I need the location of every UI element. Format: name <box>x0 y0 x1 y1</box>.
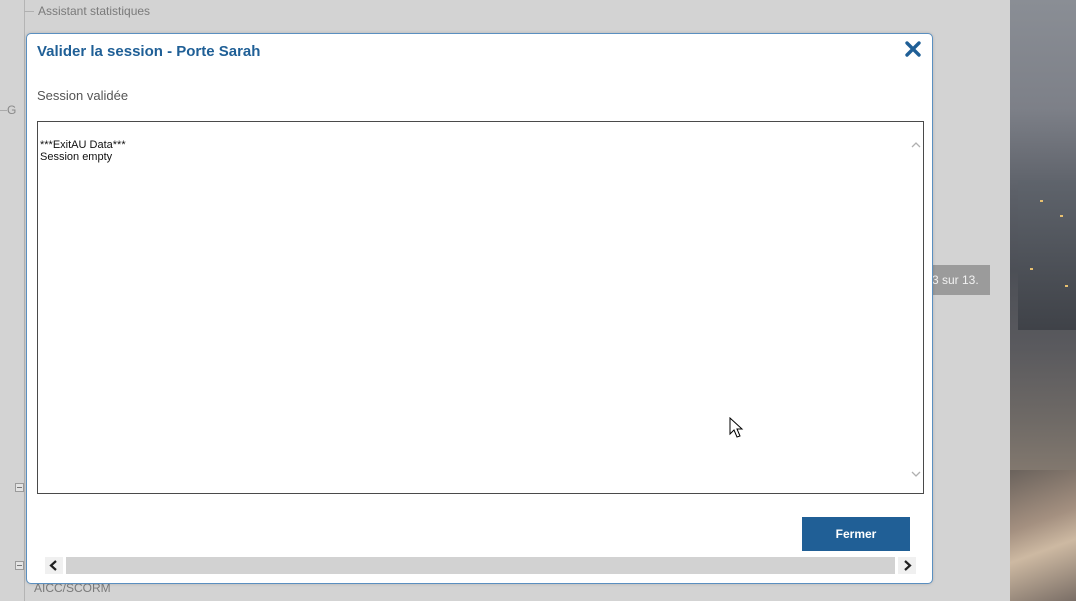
scroll-left-icon[interactable] <box>45 557 63 574</box>
validate-session-dialog: Valider la session - Porte Sarah Session… <box>26 33 933 584</box>
photo-light <box>1030 268 1033 270</box>
tree-expander-icon[interactable] <box>15 561 24 570</box>
session-status-label: Session validée <box>37 88 129 103</box>
page-counter: 3 sur 13. <box>928 265 990 295</box>
tree-branch-line <box>24 11 34 13</box>
background-photo <box>1010 0 1076 601</box>
photo-light <box>1060 215 1063 217</box>
session-data-textarea[interactable]: ***ExitAU Data*** Session empty <box>37 121 924 494</box>
scroll-right-icon[interactable] <box>898 557 916 574</box>
photo-light <box>1040 200 1043 202</box>
scroll-up-icon[interactable] <box>911 140 921 150</box>
close-icon[interactable] <box>903 39 923 59</box>
photo-light <box>1065 285 1068 287</box>
session-data-text: ***ExitAU Data*** Session empty <box>40 139 126 163</box>
vertical-scrollbar[interactable] <box>909 122 923 493</box>
close-button[interactable]: Fermer <box>802 517 910 551</box>
dialog-title: Valider la session - Porte Sarah <box>37 43 261 60</box>
scrollbar-track[interactable] <box>66 557 895 574</box>
tree-item-assistant-statistiques[interactable]: Assistant statistiques <box>24 4 150 18</box>
mouse-cursor-icon <box>729 417 744 438</box>
horizontal-scrollbar[interactable] <box>37 557 924 574</box>
tree-connector-line <box>24 0 25 601</box>
scroll-down-icon[interactable] <box>911 469 921 479</box>
tree-item-label: Assistant statistiques <box>38 4 151 18</box>
photo-road <box>1010 470 1076 601</box>
tree-left-label: G <box>0 103 16 117</box>
photo-building <box>1018 180 1076 330</box>
tree-expander-icon[interactable] <box>15 483 24 492</box>
